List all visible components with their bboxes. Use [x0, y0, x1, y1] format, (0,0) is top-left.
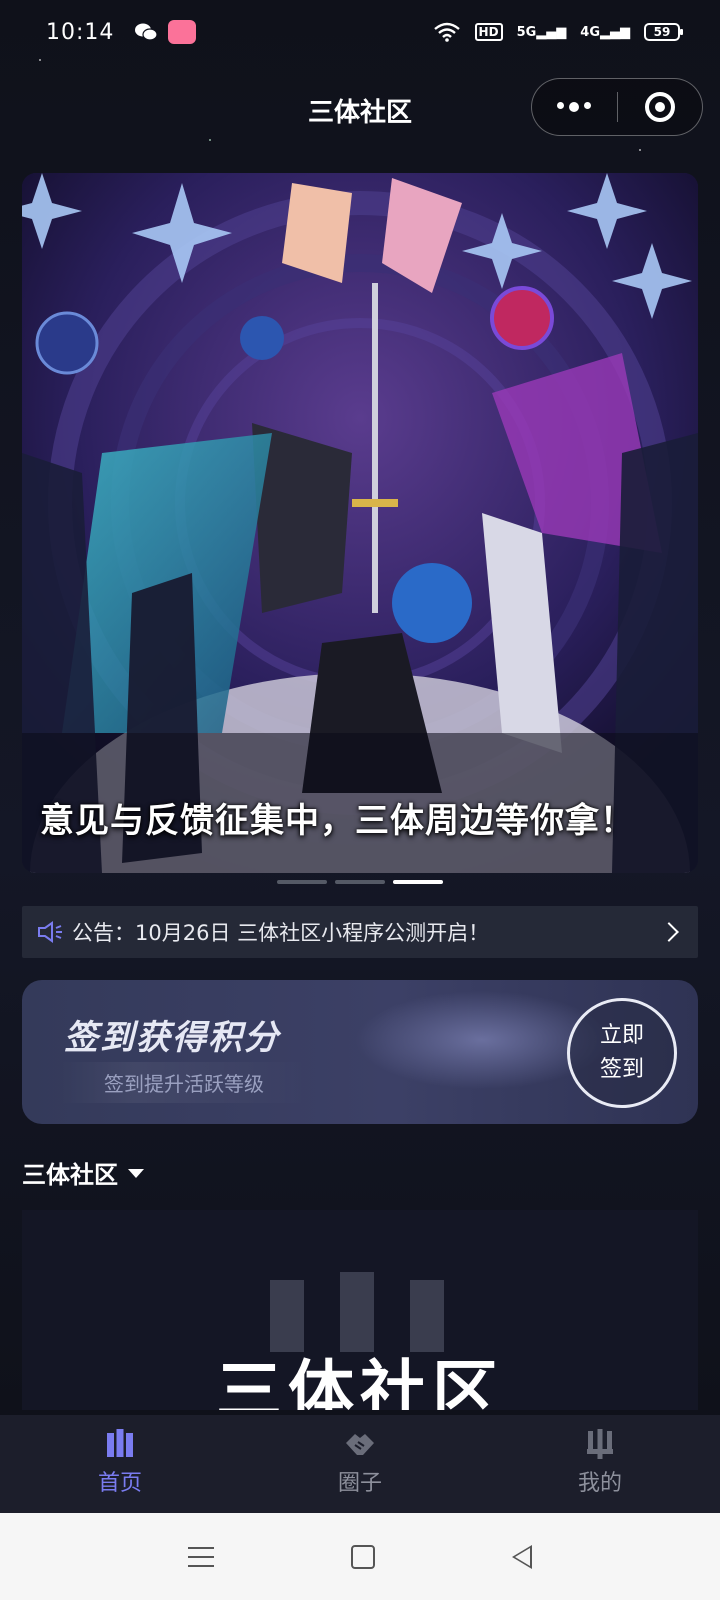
status-bar: 10:14 HD 5G▂▄▆ 4G▂▄▆ 59: [0, 0, 720, 64]
checkin-card: 签到获得积分 签到提升活跃等级 立即 签到: [22, 980, 698, 1124]
profile-trident-icon: [587, 1429, 613, 1459]
tab-profile[interactable]: 我的: [480, 1415, 720, 1513]
wifi-icon: [433, 22, 460, 42]
community-logo-text: 三体社区: [216, 1353, 504, 1410]
target-icon: [644, 92, 675, 122]
checkin-subtitle: 签到提升活跃等级: [60, 1062, 308, 1103]
carousel-indicators: [0, 880, 720, 884]
community-selector-label: 三体社区: [22, 1161, 118, 1189]
carousel-dot-active: [393, 880, 443, 884]
handshake-icon: [346, 1434, 374, 1455]
title-bar: 三体社区: [0, 76, 720, 138]
home-bars-icon: [107, 1429, 133, 1457]
carousel-dot: [335, 880, 385, 884]
system-nav-bar: [0, 1513, 720, 1600]
checkin-button-line1: 立即: [599, 1023, 644, 1048]
chevron-right-icon: [659, 922, 679, 942]
recent-apps-button[interactable]: [188, 1546, 215, 1567]
checkin-title: 签到获得积分: [64, 1018, 280, 1058]
status-time: 10:14: [46, 19, 115, 45]
wechat-icon: [135, 23, 159, 41]
battery-icon: 59: [644, 23, 683, 41]
home-button[interactable]: [350, 1544, 375, 1569]
tab-home-label: 首页: [97, 1471, 142, 1496]
tab-home[interactable]: 首页: [0, 1415, 240, 1513]
banner-caption: 意见与反馈征集中，三体周边等你拿！: [40, 801, 635, 841]
caret-down-icon: [128, 1169, 144, 1178]
bilibili-icon: [168, 20, 197, 44]
hd-badge: HD: [474, 23, 503, 41]
tab-bar: 首页 圈子 我的: [0, 1415, 720, 1513]
signal-5g-icon: 5G▂▄▆: [516, 24, 567, 40]
back-button[interactable]: [511, 1544, 532, 1569]
banner-artwork: [22, 173, 698, 873]
miniprogram-capsule: [531, 78, 703, 136]
banner-carousel[interactable]: 意见与反馈征集中，三体周边等你拿！: [22, 173, 698, 873]
checkin-button[interactable]: 立即 签到: [567, 998, 677, 1108]
announcement-text: 公告：10月26日 三体社区小程序公测开启！: [72, 921, 490, 945]
community-selector[interactable]: 三体社区: [22, 1155, 144, 1190]
community-card[interactable]: 三体社区: [22, 1210, 698, 1410]
checkin-button-line2: 签到: [599, 1057, 644, 1082]
tab-circle-label: 圈子: [337, 1471, 382, 1496]
tab-circle[interactable]: 圈子: [240, 1415, 480, 1513]
signal-4g-icon: 4G▂▄▆: [580, 24, 630, 40]
tab-profile-label: 我的: [577, 1471, 622, 1496]
carousel-dot: [277, 880, 327, 884]
speaker-icon: [38, 921, 62, 943]
close-miniprogram-button[interactable]: [618, 92, 703, 122]
more-options-button[interactable]: [532, 102, 617, 112]
announcement-bar[interactable]: 公告：10月26日 三体社区小程序公测开启！: [22, 906, 698, 958]
